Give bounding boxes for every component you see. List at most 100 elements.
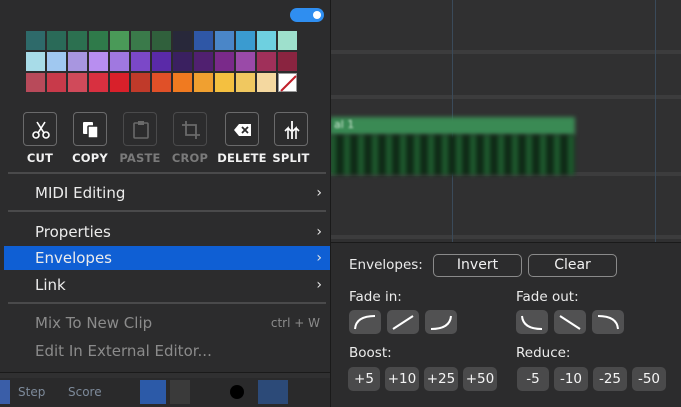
brush-tool-button[interactable] [170,380,190,404]
fade-in-fast-button[interactable] [349,310,381,334]
color-swatch[interactable] [215,52,234,71]
envelopes-submenu: Envelopes: Invert Clear Fade in: Fade ou… [330,242,681,407]
chevron-right-icon: › [316,185,322,201]
color-swatch[interactable] [47,31,66,50]
fade-out-slow-button[interactable] [516,310,548,334]
menu-item-label: Properties [35,223,111,241]
color-swatch[interactable] [173,31,192,50]
color-swatch[interactable] [26,31,45,50]
boost-25-button[interactable]: +25 [424,367,458,391]
color-swatch[interactable] [257,31,276,50]
clip-context-menu: CUT COPY PASTE CROP DELETE SPLIT MIDI Editing… [0,0,331,373]
color-swatch[interactable] [68,52,87,71]
color-swatch[interactable] [131,52,150,71]
menu-separator [8,302,326,304]
color-swatch[interactable] [68,31,87,50]
menu-item-edit-external[interactable]: Edit In External Editor... [4,339,330,363]
color-swatch[interactable] [131,31,150,50]
copy-icon [83,122,99,139]
split-icon [284,121,300,139]
color-swatch[interactable] [278,52,297,71]
pencil-tool-button[interactable] [140,380,166,404]
fade-out-linear-curve-icon [559,315,581,330]
color-swatch[interactable] [236,52,255,71]
no-color-icon [280,75,297,92]
tool-button[interactable] [258,380,288,404]
color-swatch[interactable] [194,73,213,92]
keyboard-shortcut: ctrl + W [270,316,320,330]
crop-icon [182,121,200,139]
step-button[interactable]: Step [18,380,45,404]
crop-button[interactable] [173,112,207,146]
color-swatch[interactable] [236,31,255,50]
color-swatch[interactable] [257,52,276,71]
invert-button[interactable]: Invert [433,254,522,277]
boost-50-button[interactable]: +50 [463,367,497,391]
paste-label: PASTE [119,151,161,165]
fade-in-slow-button[interactable] [425,310,457,334]
menu-item-label: Mix To New Clip [35,314,153,332]
audio-clip-waveform[interactable] [330,135,575,175]
color-toggle[interactable] [290,8,324,22]
color-swatch[interactable] [131,73,150,92]
color-swatch[interactable] [89,52,108,71]
toggle-knob [313,11,321,19]
score-button[interactable]: Score [68,380,102,404]
color-swatch[interactable] [89,73,108,92]
color-swatch[interactable] [194,31,213,50]
color-swatch[interactable] [110,52,129,71]
color-swatch[interactable] [194,52,213,71]
audio-clip-header[interactable] [330,117,575,135]
color-swatch[interactable] [173,52,192,71]
menu-item-link[interactable]: Link › [4,273,330,297]
color-swatch[interactable] [152,73,171,92]
color-swatch[interactable] [257,73,276,92]
paste-button[interactable] [123,112,157,146]
color-swatch[interactable] [278,31,297,50]
cut-button[interactable] [23,112,57,146]
fade-in-linear-button[interactable] [387,310,419,334]
reduce-50-button[interactable]: -50 [632,367,666,391]
fade-out-linear-button[interactable] [554,310,586,334]
no-color-swatch[interactable] [278,73,297,92]
track-divider [330,50,681,54]
track-divider [330,235,681,239]
record-button[interactable] [230,385,244,399]
scissors-icon [32,121,50,139]
menu-item-label: MIDI Editing [35,184,126,202]
reduce-10-button[interactable]: -10 [554,367,588,391]
menu-item-mix-to-new-clip[interactable]: Mix To New Clip ctrl + W [4,311,330,335]
delete-button[interactable] [225,112,259,146]
color-swatch[interactable] [110,31,129,50]
color-swatch[interactable] [47,52,66,71]
color-swatch[interactable] [152,52,171,71]
fade-out-label: Fade out: [516,289,579,305]
menu-item-midi-editing[interactable]: MIDI Editing › [4,181,330,205]
boost-label: Boost: [349,345,392,361]
menu-item-envelopes[interactable]: Envelopes › [4,246,330,270]
color-swatch[interactable] [26,52,45,71]
cut-label: CUT [26,151,54,165]
chevron-right-icon: › [316,250,322,266]
toolbar-button[interactable] [0,380,10,404]
color-swatch[interactable] [173,73,192,92]
boost-5-button[interactable]: +5 [348,367,380,391]
clear-button[interactable]: Clear [528,254,617,277]
reduce-5-button[interactable]: -5 [517,367,549,391]
color-swatch[interactable] [110,73,129,92]
color-swatch[interactable] [89,31,108,50]
copy-button[interactable] [73,112,107,146]
reduce-25-button[interactable]: -25 [593,367,627,391]
color-swatch[interactable] [236,73,255,92]
fade-out-fast-button[interactable] [592,310,624,334]
split-label: SPLIT [272,151,310,165]
color-swatch[interactable] [152,31,171,50]
boost-10-button[interactable]: +10 [385,367,419,391]
color-swatch[interactable] [68,73,87,92]
split-button[interactable] [274,112,308,146]
color-swatch[interactable] [215,31,234,50]
menu-item-properties[interactable]: Properties › [4,220,330,244]
color-swatch[interactable] [47,73,66,92]
color-swatch[interactable] [26,73,45,92]
color-swatch[interactable] [215,73,234,92]
